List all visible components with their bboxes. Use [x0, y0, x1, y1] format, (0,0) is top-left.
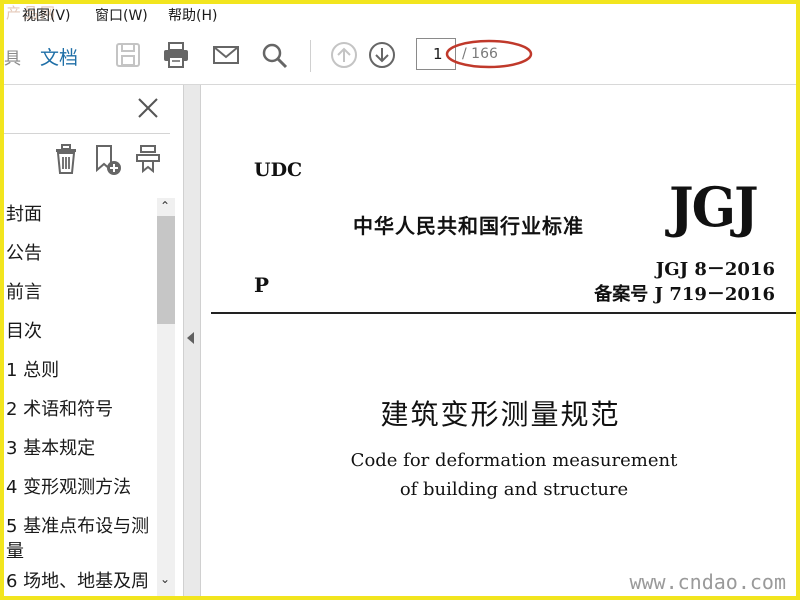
print-icon[interactable] [161, 40, 191, 70]
document-page: UDC 中华人民共和国行业标准 JGJ P JGJ 8－2016 备案号 J 7… [201, 85, 800, 600]
collapse-panel-icon[interactable] [187, 332, 194, 344]
menu-view[interactable]: 视图(V) [22, 5, 71, 25]
bookmark-item-continued[interactable]: 量 [6, 539, 24, 565]
panel-divider [0, 133, 170, 134]
jgj-logo: JGJ [669, 175, 759, 240]
trash-icon[interactable] [51, 143, 81, 177]
add-bookmark-icon[interactable] [92, 143, 122, 177]
expand-icon[interactable] [133, 143, 163, 177]
bookmark-item[interactable]: 目次 [6, 319, 42, 345]
p-mark: P [254, 273, 270, 297]
bookmark-item[interactable]: 4 变形观测方法 [6, 475, 131, 501]
menu-window[interactable]: 窗口(W) [95, 5, 148, 25]
scrollbar-thumb[interactable] [157, 216, 175, 324]
header-rule [211, 312, 800, 314]
bookmark-item[interactable]: 公告 [6, 241, 42, 267]
page-down-icon[interactable] [367, 40, 397, 70]
search-icon[interactable] [259, 40, 289, 70]
document-title-cn: 建筑变形测量规范 [380, 398, 621, 431]
document-title-en-line1: Code for deformation measurement [350, 450, 678, 471]
toolbar: 具 文档 1 / 166 [0, 28, 800, 85]
highlight-oval [445, 39, 533, 69]
save-icon[interactable] [113, 40, 143, 70]
close-icon[interactable] [135, 95, 161, 121]
standard-title: 中华人民共和国行业标准 [353, 214, 584, 238]
scroll-down-icon[interactable]: ⌄ [160, 572, 170, 586]
site-watermark: www.cndao.com [629, 570, 786, 594]
bookmarks-panel: 封面 公告 前言 目次 1 总则 2 术语和符号 3 基本规定 4 变形观测方法… [0, 85, 183, 600]
toolbar-separator [310, 40, 311, 72]
bookmark-item[interactable]: 3 基本规定 [6, 436, 95, 462]
bookmark-item[interactable]: 5 基准点布设与测 [6, 514, 149, 540]
menu-bar: 产品网 视图(V) 窗口(W) 帮助(H) [0, 0, 800, 29]
bookmark-item[interactable]: 6 场地、地基及周 [6, 569, 149, 595]
menu-help[interactable]: 帮助(H) [168, 5, 217, 25]
page-up-icon[interactable] [329, 40, 359, 70]
document-title-en-line2: of building and structure [399, 479, 629, 500]
tab-document[interactable]: 文档 [40, 43, 78, 70]
bookmark-item[interactable]: 封面 [6, 202, 42, 228]
standard-code: JGJ 8－2016 [655, 259, 775, 280]
bookmark-item[interactable]: 2 术语和符号 [6, 397, 113, 423]
mail-icon[interactable] [211, 40, 241, 70]
bookmark-item[interactable]: 1 总则 [6, 358, 59, 384]
udc-label: UDC [254, 159, 303, 181]
tab-tools[interactable]: 具 [4, 44, 21, 69]
scroll-up-icon[interactable]: ⌃ [160, 199, 170, 213]
filing-number: 备案号 J 719－2016 [594, 284, 775, 305]
bookmark-item[interactable]: 前言 [6, 280, 42, 306]
